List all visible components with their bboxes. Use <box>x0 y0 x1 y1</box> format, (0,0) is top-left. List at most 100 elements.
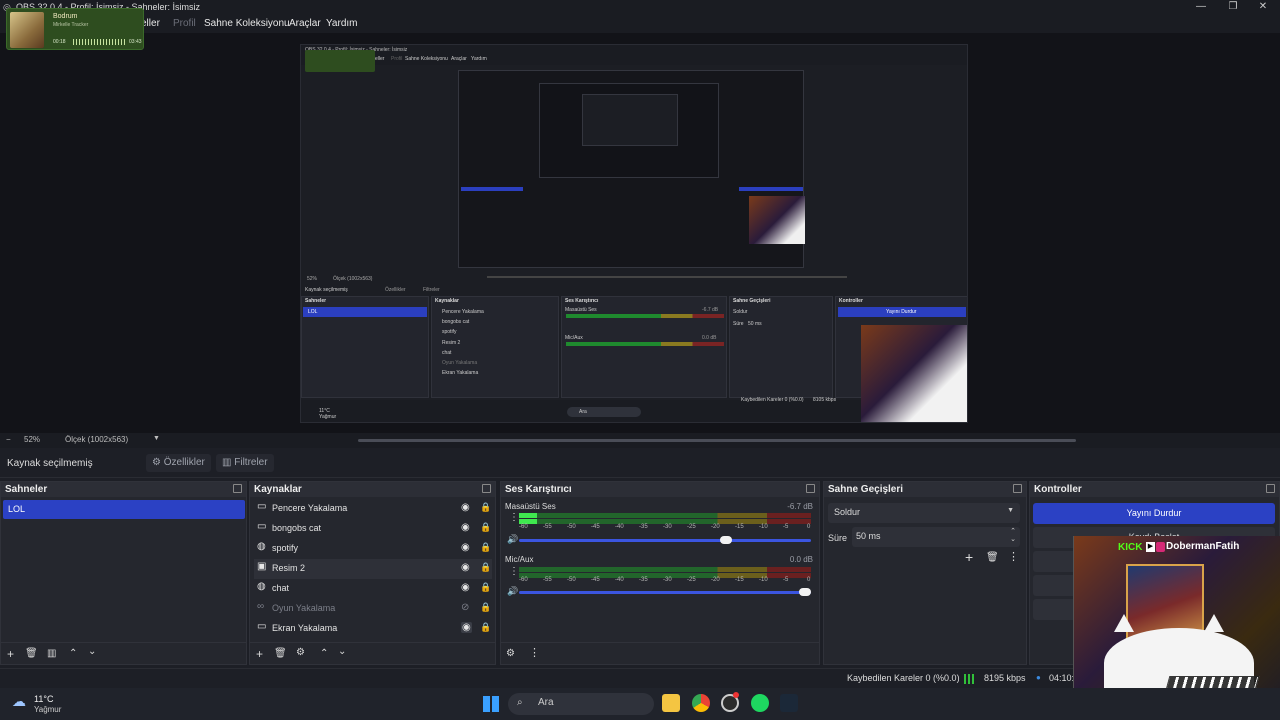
volume-slider[interactable] <box>519 588 811 596</box>
horizontal-scrollbar[interactable] <box>358 439 1076 442</box>
nested-preview-level-3 <box>582 94 678 146</box>
file-explorer-icon[interactable] <box>662 694 680 712</box>
meter-tick-label: -5 <box>783 577 789 583</box>
move-down-icon[interactable]: ⌄ <box>338 646 346 657</box>
lock-icon[interactable]: 🔒 <box>480 562 491 573</box>
eye-icon[interactable]: ◉ <box>461 582 470 593</box>
chevron-down-icon[interactable]: ▼ <box>153 435 160 442</box>
spotify-elapsed: 00:18 <box>53 39 66 45</box>
menu-tools[interactable]: Araçlar <box>289 18 321 29</box>
kick-logo: KICK <box>1118 542 1143 553</box>
kebab-menu-icon[interactable]: ⋮ <box>509 566 519 577</box>
eye-icon[interactable]: ◉ <box>461 542 470 553</box>
filters-label: Filtreler <box>234 457 268 468</box>
window-icon: ▭ <box>257 501 267 512</box>
source-item[interactable]: ▣ Resim 2 ◉ 🔒 <box>254 559 492 579</box>
inner-no-source: Kaynak seçilmemiş <box>305 287 348 293</box>
spin-up-icon[interactable]: ⌃ <box>1010 527 1016 535</box>
lock-icon[interactable]: 🔒 <box>480 522 491 533</box>
menu-profile[interactable]: Profil <box>173 18 196 29</box>
trash-icon[interactable]: 🗑 <box>986 552 999 563</box>
weather-icon[interactable]: ☁ <box>12 693 26 710</box>
inner-source-row: spotify <box>442 329 457 335</box>
audio-meter <box>519 513 811 518</box>
lock-icon[interactable]: 🔒 <box>480 582 491 593</box>
minimize-button[interactable]: — <box>1184 0 1218 15</box>
mixer-channel-db: -6.7 dB <box>787 502 813 511</box>
youtube-icon: ▶ <box>1146 542 1155 552</box>
eye-icon[interactable]: ◉ <box>461 522 470 533</box>
inner-mixer-name: Mic/Aux <box>565 335 583 341</box>
kebab-menu-icon[interactable]: ⋮ <box>1008 550 1019 563</box>
weather-text[interactable]: Yağmur <box>34 705 61 714</box>
kebab-menu-icon[interactable]: ⋮ <box>529 646 540 659</box>
lock-icon[interactable]: 🔒 <box>480 502 491 513</box>
move-down-icon[interactable]: ⌄ <box>88 646 96 657</box>
kebab-menu-icon[interactable]: ⋮ <box>509 512 519 523</box>
trash-icon[interactable]: 🗑 <box>25 648 38 659</box>
chrome-icon[interactable] <box>692 694 710 712</box>
undock-icon[interactable] <box>1013 484 1022 493</box>
preview-canvas[interactable]: OBS 32.0.4 - Profil: İsimsiz - Sahneler:… <box>300 44 968 423</box>
inner-source-row: Ekran Yakalama <box>442 370 479 376</box>
lock-icon[interactable]: 🔒 <box>480 542 491 553</box>
meter-tick-label: -45 <box>591 524 600 530</box>
properties-button[interactable]: ⚙ Özellikler <box>146 454 211 472</box>
source-item[interactable]: ∞ Oyun Yakalama ⊘ 🔒 <box>254 599 492 619</box>
eye-icon[interactable]: ◉ <box>461 562 470 573</box>
lock-icon[interactable]: 🔒 <box>480 622 491 633</box>
eye-hidden-icon[interactable]: ⊘ <box>461 602 469 613</box>
stop-stream-button[interactable]: Yayını Durdur <box>1033 503 1275 524</box>
advanced-audio-icon[interactable]: ⚙ <box>506 648 515 659</box>
zoom-level[interactable]: 52% <box>24 435 40 444</box>
gear-icon[interactable]: ⚙ <box>296 647 305 658</box>
filter-icon[interactable]: ▥ <box>47 648 56 659</box>
steam-icon[interactable] <box>780 694 798 712</box>
undock-icon[interactable] <box>806 484 815 493</box>
eye-icon[interactable]: ◉ <box>461 502 470 513</box>
trash-icon[interactable]: 🗑 <box>274 648 287 659</box>
source-item[interactable]: ▭ Pencere Yakalama ◉ 🔒 <box>254 499 492 519</box>
windows-start-icon[interactable] <box>483 696 499 712</box>
volume-handle[interactable] <box>799 588 811 596</box>
taskbar-search[interactable]: ⌕ Ara <box>508 693 654 715</box>
lock-icon[interactable]: 🔒 <box>480 602 491 613</box>
inner-source-row: Oyun Yakalama <box>442 360 478 366</box>
weather-temp[interactable]: 11°C <box>34 694 53 704</box>
mixer-channel-db: 0.0 dB <box>789 555 813 564</box>
speaker-icon[interactable]: 🔊 <box>507 534 518 545</box>
inner-menu-profile: Profil <box>391 56 403 62</box>
source-item[interactable]: ▭ bongobs cat ◉ 🔒 <box>254 519 492 539</box>
spin-down-icon[interactable]: ⌄ <box>1010 535 1016 543</box>
menu-scene-collection[interactable]: Sahne Koleksiyonu <box>204 18 290 29</box>
source-item[interactable]: ▭ Ekran Yakalama ◉ 🔒 <box>254 619 492 639</box>
move-up-icon[interactable]: ⌃ <box>320 648 328 659</box>
spotify-icon[interactable] <box>751 694 769 712</box>
volume-slider[interactable] <box>519 536 811 544</box>
eye-icon[interactable]: ◉ <box>461 622 472 633</box>
scenes-title-text: Sahneler <box>5 484 48 495</box>
transitions-title: Sahne Geçişleri <box>824 482 1026 497</box>
menu-help[interactable]: Yardım <box>326 18 358 29</box>
source-item[interactable]: ◍ chat ◉ 🔒 <box>254 579 492 599</box>
source-item[interactable]: ◍ spotify ◉ 🔒 <box>254 539 492 559</box>
volume-handle[interactable] <box>720 536 733 544</box>
add-icon[interactable]: + <box>7 647 14 661</box>
transition-select[interactable]: Soldur ▼ <box>828 503 1020 523</box>
move-up-icon[interactable]: ⌃ <box>69 648 77 659</box>
undock-icon[interactable] <box>1266 484 1275 493</box>
add-icon[interactable]: + <box>965 549 973 565</box>
meter-ticks: -60 -55 -50 -45 -40 -35 -30 -25 -20 -15 -10 -5 0 <box>519 524 815 534</box>
add-icon[interactable]: + <box>256 647 263 661</box>
scene-item-lol[interactable]: LOL <box>3 500 245 519</box>
close-button[interactable]: ✕ <box>1246 0 1280 15</box>
undock-icon[interactable] <box>482 484 491 493</box>
speaker-icon[interactable]: 🔊 <box>507 586 518 597</box>
zoom-out-button[interactable]: − <box>6 435 11 444</box>
inner-meter <box>566 342 724 346</box>
dropped-frames: Kaybedilen Kareler 0 (%0.0) <box>847 673 960 683</box>
maximize-button[interactable]: ❐ <box>1216 0 1250 15</box>
duration-input[interactable]: 50 ms ⌃ ⌄ <box>852 527 1020 547</box>
undock-icon[interactable] <box>233 484 242 493</box>
filters-button[interactable]: ▥ Filtreler <box>216 454 274 472</box>
